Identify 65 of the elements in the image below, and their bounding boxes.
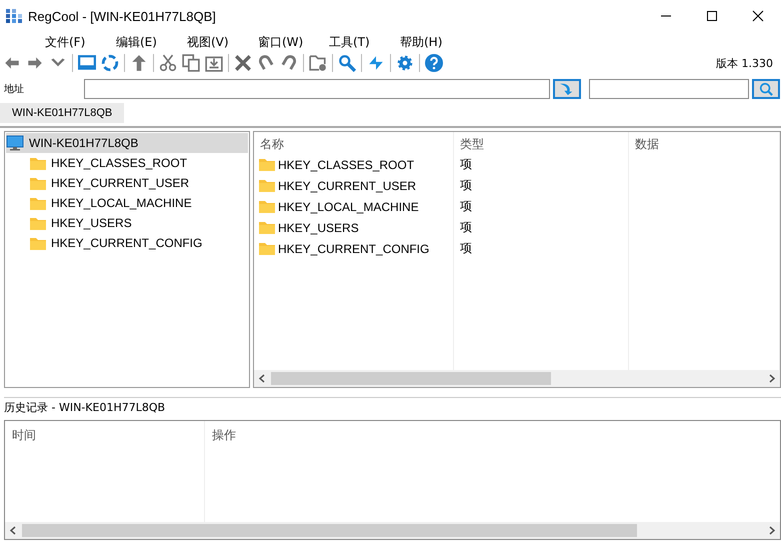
app-logo-icon [6,8,22,24]
list-row[interactable]: HKEY_USERS [254,217,453,238]
new-folder-icon[interactable] [309,54,327,72]
folder-icon [30,216,46,230]
copy-icon[interactable] [182,54,200,72]
column-header[interactable]: 名称 [254,136,453,154]
folder-icon [30,196,46,210]
list-row[interactable]: HKEY_CLASSES_ROOT [254,154,453,175]
close-icon [752,10,764,22]
version-label: 版本 1.330 [716,56,773,70]
column-header[interactable]: 数据 [629,136,779,154]
list-row[interactable]: HKEY_CURRENT_USER [254,175,453,196]
settings-icon[interactable] [396,54,414,72]
import-icon[interactable] [205,54,223,72]
table-cell-text: 项 [459,177,473,194]
folder-icon [30,156,46,170]
folder-icon [30,236,46,250]
list-row[interactable]: HKEY_LOCAL_MACHINE [254,196,453,217]
table-cell-text: 项 [459,198,473,215]
delete-icon[interactable] [234,54,252,72]
scroll-thumb[interactable] [22,524,638,537]
lightning-icon[interactable] [367,54,385,72]
menu-item[interactable]: 编辑(E) [116,34,187,50]
table-cell-text: 项 [459,156,473,173]
scrollbar[interactable] [254,370,780,387]
search-icon[interactable] [338,54,356,72]
menu-item[interactable]: 文件(F) [45,34,116,50]
table-cell-text: 项 [459,240,473,257]
search-field[interactable] [589,79,749,99]
folder-icon [259,200,275,213]
window-title: RegCool - [WIN-KE01H77L8QB] [28,8,216,24]
folder-icon [259,242,275,255]
cut-icon[interactable] [159,54,177,72]
list-row[interactable]: HKEY_CURRENT_CONFIG [254,238,453,259]
address-label: 地址 [3,82,25,96]
refresh-icon[interactable] [101,54,119,72]
menu-item[interactable]: 窗口(W) [258,34,329,50]
column-header[interactable]: 类型 [454,136,628,154]
menu-item[interactable]: 帮助(H) [400,34,471,50]
folder-icon [30,176,46,190]
maximize-icon [706,10,718,22]
scrollbar[interactable] [5,522,780,539]
up-arrow-icon[interactable] [130,54,148,72]
redo-icon[interactable] [280,54,298,72]
folder-icon [259,179,275,192]
search-button[interactable] [752,79,780,99]
tree-item[interactable]: WIN-KE01H77L8QB [6,133,248,153]
scroll-thumb[interactable] [271,372,552,385]
menu-item[interactable]: 工具(T) [329,34,400,50]
undo-icon[interactable] [257,54,275,72]
document-tab[interactable]: WIN-KE01H77L8QB [0,103,124,123]
table-cell-text: 项 [459,219,473,236]
curved-arrow-icon [560,82,574,96]
search-icon [758,82,774,96]
folder-icon [259,221,275,234]
help-icon[interactable] [425,54,443,72]
address-field[interactable] [84,79,550,99]
monitor-icon [6,135,24,151]
computer-icon[interactable] [78,54,96,72]
menu-item[interactable]: 视图(V) [187,34,258,50]
column-header[interactable]: 操作 [212,428,236,442]
go-button[interactable] [553,79,581,99]
history-title: 历史记录 - WIN-KE01H77L8QB [4,397,781,416]
folder-icon [259,158,275,171]
column-header[interactable]: 时间 [12,428,36,442]
